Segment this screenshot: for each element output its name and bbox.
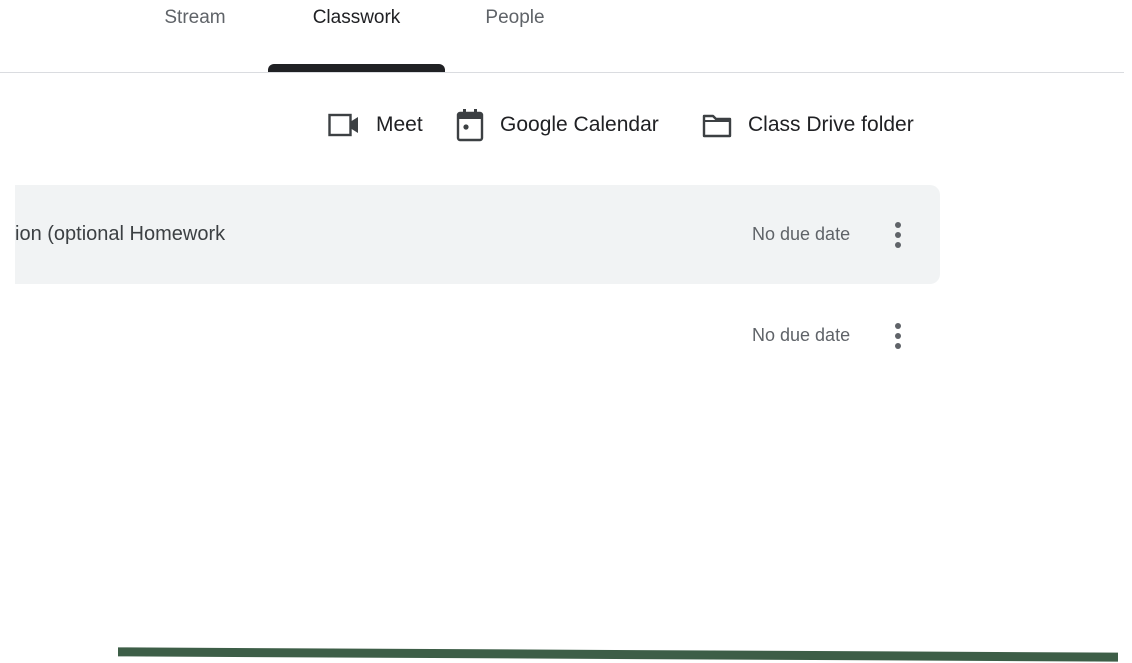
folder-icon bbox=[702, 112, 732, 138]
tab-classwork-label: Classwork bbox=[312, 7, 401, 28]
meet-label: Meet bbox=[376, 113, 423, 136]
more-options-button[interactable] bbox=[883, 316, 913, 356]
due-date-label: No due date bbox=[752, 325, 851, 345]
google-calendar-label: Google Calendar bbox=[500, 113, 659, 136]
due-date-label: No due date bbox=[752, 224, 851, 244]
more-vert-icon bbox=[895, 222, 901, 248]
class-drive-folder-link[interactable]: Class Drive folder bbox=[702, 104, 914, 146]
class-drive-folder-label: Class Drive folder bbox=[748, 113, 914, 136]
tab-stream-label: Stream bbox=[164, 7, 226, 28]
tab-stream[interactable]: Stream bbox=[140, 0, 250, 72]
more-options-button[interactable] bbox=[883, 215, 913, 255]
more-vert-icon bbox=[895, 323, 901, 349]
tab-classwork[interactable]: Classwork bbox=[268, 0, 445, 72]
bottom-divider-bar bbox=[118, 647, 1118, 662]
video-camera-icon bbox=[328, 113, 360, 137]
tab-people-label: People bbox=[485, 7, 545, 28]
classwork-item[interactable]: No due date bbox=[15, 286, 940, 385]
classwork-item[interactable]: ion (optional Homework No due date bbox=[15, 185, 940, 284]
google-calendar-link[interactable]: Google Calendar bbox=[456, 104, 659, 146]
tab-people[interactable]: People bbox=[460, 0, 570, 72]
classwork-item-title: ion (optional Homework bbox=[15, 223, 226, 245]
meet-link[interactable]: Meet bbox=[328, 104, 423, 146]
calendar-icon bbox=[456, 108, 484, 142]
classroom-page: Stream Classwork People Meet Google Cale… bbox=[0, 0, 1132, 663]
active-tab-indicator bbox=[268, 64, 445, 72]
tab-bar: Stream Classwork People bbox=[0, 0, 1124, 73]
